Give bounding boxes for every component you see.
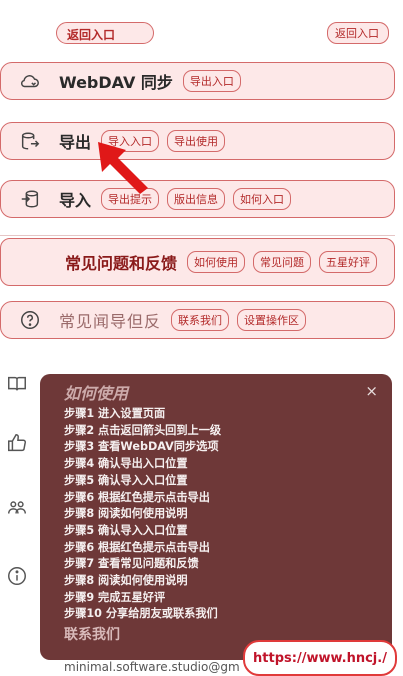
step-item: 步骤9 完成五星好评 xyxy=(64,590,166,604)
step-item: 步骤2 点击返回箭头回到上一级 xyxy=(64,423,222,437)
step-item: 步骤10 分享给朋友或联系我们 xyxy=(64,607,218,621)
step-item: 步骤8 阅读如何使用说明 xyxy=(64,574,188,588)
step-item: 步骤3 查看WebDAV同步选项 xyxy=(64,440,219,454)
how-entry-pill[interactable]: 如何入口 xyxy=(233,188,292,210)
help-icon xyxy=(1,309,59,331)
cloud-sync-icon xyxy=(1,70,59,92)
import-icon xyxy=(1,188,59,210)
faq-pill[interactable]: 常见问题 xyxy=(253,251,312,273)
people-icon[interactable] xyxy=(6,497,28,519)
export-usage-pill[interactable]: 导出使用 xyxy=(167,130,226,152)
contact-us-pill[interactable]: 联系我们 xyxy=(171,309,230,331)
export-row[interactable]: 导出 导入入口 导出使用 xyxy=(0,122,395,160)
export-entry-pill[interactable]: 导出入口 xyxy=(182,70,241,92)
settings-area-pill[interactable]: 设置操作区 xyxy=(237,309,307,331)
import-title: 导入 xyxy=(59,191,92,210)
faq-feedback-row[interactable]: 常见问题和反馈 如何使用 常见问题 五星好评 xyxy=(0,238,395,286)
faq-feedback-title: 常见问题和反馈 xyxy=(65,254,178,273)
back-to-entry-button-right[interactable]: 返回入口 xyxy=(327,22,389,44)
step-item: 步骤1 进入设置页面 xyxy=(64,407,166,420)
book-icon[interactable] xyxy=(6,373,28,395)
step-item: 步骤6 根据红色提示点击导出 xyxy=(64,540,210,554)
step-item: 步骤8 阅读如何使用说明 xyxy=(64,507,188,521)
steps-list: 步骤1 进入设置页面 步骤2 点击返回箭头回到上一级 步骤3 查看WebDAV同… xyxy=(64,406,392,623)
step-item: 步骤6 根据红色提示点击导出 xyxy=(64,490,210,504)
import-row[interactable]: 导入 导出提示 版出信息 如何入口 xyxy=(0,180,395,218)
panel-heading: 如何使用 xyxy=(64,384,129,403)
red-arrow-pointer xyxy=(98,142,148,194)
export-title: 导出 xyxy=(59,133,92,152)
export-icon xyxy=(1,130,59,152)
back-to-entry-button-left[interactable]: 返回入口 xyxy=(56,22,154,44)
step-item: 步骤7 查看常见问题和反馈 xyxy=(64,557,199,571)
thumbs-up-icon[interactable] xyxy=(6,432,28,454)
five-star-pill[interactable]: 五星好评 xyxy=(319,251,378,273)
email-text[interactable]: minimal.software.studio@gm xyxy=(64,660,240,674)
webdav-sync-row[interactable]: WebDAV 同步 导出入口 xyxy=(0,62,395,100)
step-item: 步骤5 确认导入入口位置 xyxy=(64,523,188,537)
info-icon[interactable] xyxy=(6,565,28,587)
step-item: 步骤5 确认导入入口位置 xyxy=(64,473,188,487)
step-item: 步骤4 确认导出入口位置 xyxy=(64,457,188,471)
version-info-pill[interactable]: 版出信息 xyxy=(167,188,226,210)
help-row[interactable]: 常见闻导但反 联系我们 设置操作区 xyxy=(0,301,395,339)
how-to-use-panel: 如何使用 × 步骤1 进入设置页面 步骤2 点击返回箭头回到上一级 步骤3 查看… xyxy=(40,374,392,660)
section-divider xyxy=(0,235,395,236)
url-button[interactable]: https://www.hncj./ xyxy=(243,640,397,676)
help-title: 常见闻导但反 xyxy=(59,312,162,331)
how-to-use-pill[interactable]: 如何使用 xyxy=(187,251,246,273)
webdav-sync-title: WebDAV 同步 xyxy=(59,73,173,92)
close-icon[interactable]: × xyxy=(365,382,378,400)
